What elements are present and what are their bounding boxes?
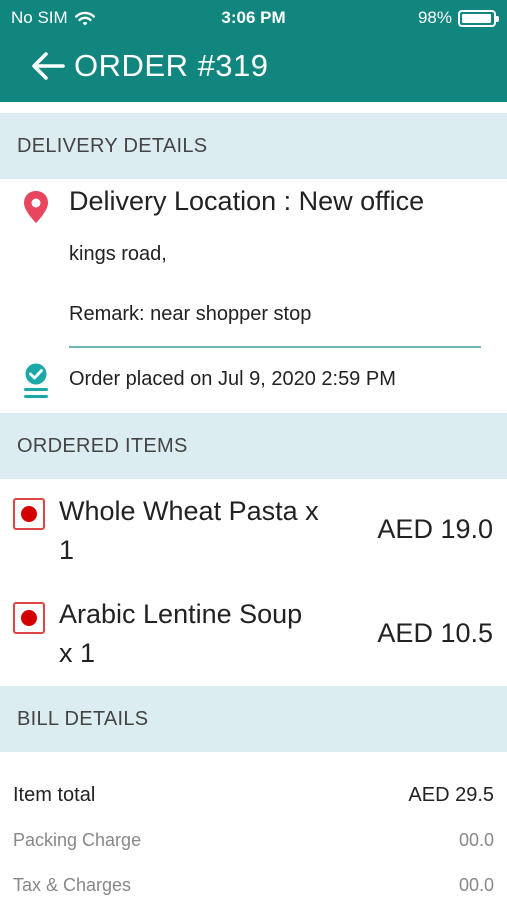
battery-percent: 98% xyxy=(417,8,452,27)
delivery-remark: Remark: near shopper stop xyxy=(69,303,312,325)
bill-value: 00.0 xyxy=(458,830,494,850)
bill-value: 00.0 xyxy=(458,875,494,895)
bill-label: Item total xyxy=(13,784,96,806)
delivery-section-header: DELIVERY DETAILS xyxy=(0,113,507,179)
non-veg-indicator-icon xyxy=(13,602,45,634)
delivery-location-title: Delivery Location : New office xyxy=(69,186,425,216)
battery-icon xyxy=(458,9,499,27)
non-veg-indicator-icon xyxy=(13,498,45,530)
ordered-items-section-header: ORDERED ITEMS xyxy=(0,413,507,479)
bill-row-item-total: Item total AED 29.5 xyxy=(13,784,494,807)
order-placed-check-icon xyxy=(24,363,48,398)
delivery-address: kings road, xyxy=(69,243,167,265)
battery-fill xyxy=(462,13,492,23)
bill-label: Tax & Charges xyxy=(13,875,132,895)
location-pin-icon xyxy=(24,191,48,223)
bill-label: Packing Charge xyxy=(13,830,142,850)
divider xyxy=(69,346,481,348)
item-name: Arabic Lentine Soup x 1 xyxy=(59,599,303,668)
bill-details-section-header: BILL DETAILS xyxy=(0,686,507,752)
status-bar: No SIM 3:06 PM 98% xyxy=(0,0,507,36)
page-title: ORDER #319 xyxy=(74,48,269,83)
back-arrow-icon[interactable] xyxy=(30,49,66,83)
item-name: Whole Wheat Pasta x 1 xyxy=(59,496,319,565)
item-price: AED 19.0 xyxy=(377,514,493,544)
app-header: No SIM 3:06 PM 98% ORDER #319 xyxy=(0,0,507,102)
order-placed-text: Order placed on Jul 9, 2020 2:59 PM xyxy=(69,368,396,390)
bill-row-tax: Tax & Charges 00.0 xyxy=(13,875,494,896)
bill-value: AED 29.5 xyxy=(408,784,494,806)
bill-row-packing: Packing Charge 00.0 xyxy=(13,830,494,851)
item-price: AED 10.5 xyxy=(377,618,493,648)
